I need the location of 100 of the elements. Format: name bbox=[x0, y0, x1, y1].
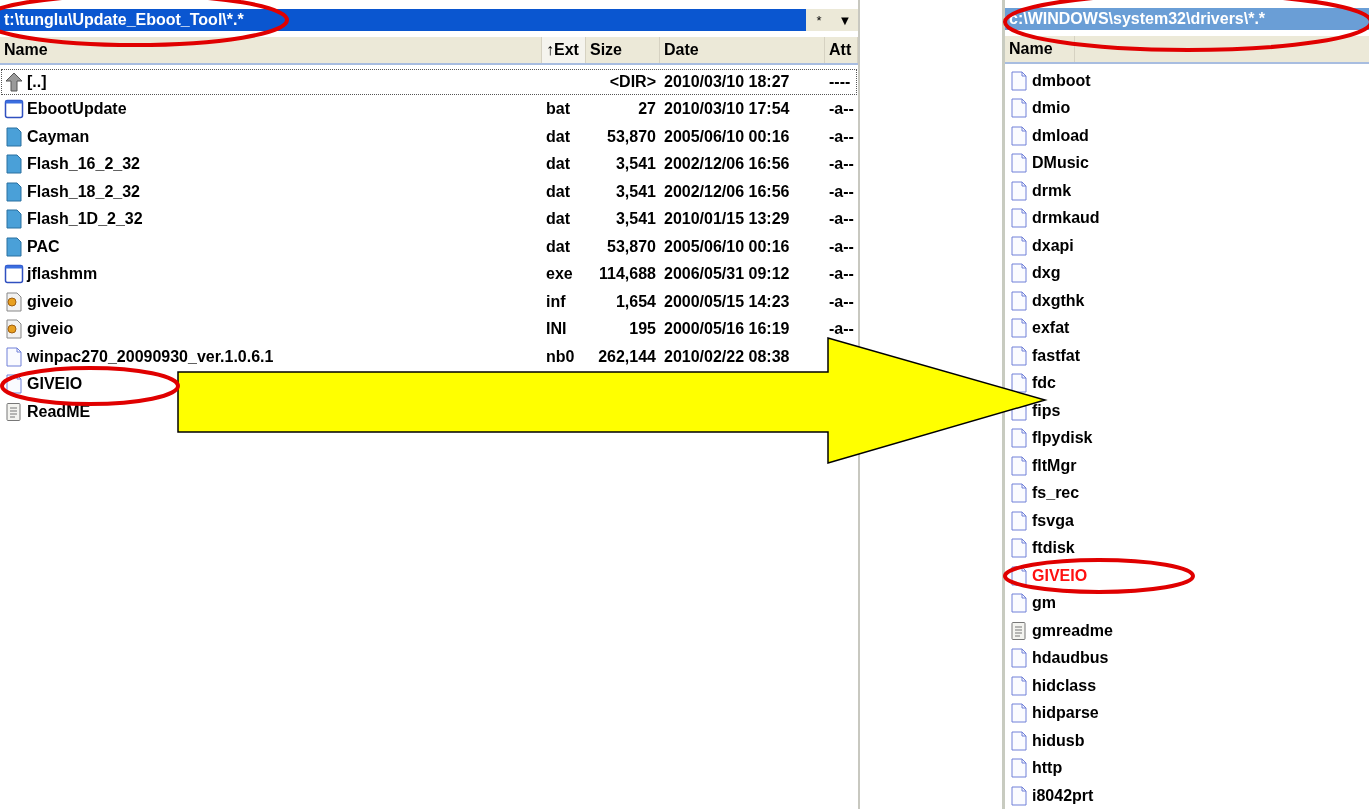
file-name: dxgthk bbox=[1032, 291, 1085, 310]
up-arrow-icon bbox=[4, 70, 24, 93]
dropdown-button[interactable]: ▼ bbox=[832, 9, 858, 31]
file-date: 2010/03/10 17:54 bbox=[663, 100, 791, 119]
file-name: Flash_16_2_32 bbox=[27, 155, 140, 174]
file-name: ftdisk bbox=[1032, 539, 1075, 558]
file-attributes: -a-- bbox=[828, 265, 855, 284]
file-name: Cayman bbox=[27, 127, 90, 146]
file-name: drmkaud bbox=[1032, 209, 1100, 228]
document-icon bbox=[4, 208, 24, 231]
file-date: 2010/01/15 13:29 bbox=[663, 210, 791, 229]
file-size: 3,541 bbox=[614, 182, 657, 201]
file-attributes: -a-- bbox=[828, 237, 855, 256]
document-icon bbox=[4, 235, 24, 258]
column-header[interactable]: Date bbox=[660, 37, 825, 63]
file-size: 53,870 bbox=[606, 237, 657, 256]
file-icon bbox=[1009, 372, 1029, 395]
column-header[interactable]: Att bbox=[825, 37, 858, 63]
file-attributes: -a-- bbox=[828, 320, 855, 339]
file-icon bbox=[1009, 702, 1029, 725]
file-extension: dat bbox=[545, 237, 571, 256]
file-name: GIVEIO bbox=[27, 375, 83, 394]
file-icon bbox=[1009, 69, 1029, 92]
file-name: exfat bbox=[1032, 319, 1070, 338]
file-name: winpac270_20090930_ver.1.0.6.1 bbox=[27, 347, 274, 366]
file-size: 262,144 bbox=[597, 347, 657, 366]
file-icon bbox=[1009, 647, 1029, 670]
file-size: 53,870 bbox=[606, 127, 657, 146]
settings-file-icon bbox=[4, 290, 24, 313]
file-icon bbox=[1009, 97, 1029, 120]
file-icon bbox=[1009, 344, 1029, 367]
file-attributes: -a-- bbox=[828, 127, 855, 146]
file-attributes: -a-- bbox=[828, 155, 855, 174]
file-name: Flash_18_2_32 bbox=[27, 182, 140, 201]
file-extension: dat bbox=[545, 182, 571, 201]
file-extension: dat bbox=[545, 210, 571, 229]
file-date: 2000/05/15 14:23 bbox=[663, 292, 791, 311]
file-icon bbox=[1009, 757, 1029, 780]
file-extension: dat bbox=[545, 155, 571, 174]
file-date: 2000/05/16 16:19 bbox=[663, 320, 791, 339]
window-icon bbox=[4, 98, 24, 121]
file-attributes: -a-- bbox=[828, 210, 855, 229]
file-date: 2005/06/10 00:16 bbox=[663, 237, 791, 256]
filter-button[interactable]: * bbox=[806, 9, 832, 31]
file-name: dxg bbox=[1032, 264, 1061, 283]
document-icon bbox=[4, 180, 24, 203]
file-name: dmload bbox=[1032, 126, 1089, 145]
notepad-icon bbox=[1009, 619, 1029, 642]
file-icon bbox=[1009, 427, 1029, 450]
file-name: fsvga bbox=[1032, 511, 1074, 530]
file-extension: INI bbox=[545, 320, 568, 339]
column-header[interactable]: Name bbox=[1005, 36, 1075, 62]
file-date: 2006/05/31 09:12 bbox=[663, 265, 791, 284]
file-name: GIVEIO bbox=[1032, 566, 1088, 585]
file-name: dxapi bbox=[1032, 236, 1074, 255]
file-icon bbox=[1009, 317, 1029, 340]
file-size: 1,654 bbox=[614, 292, 657, 311]
file-name: fastfat bbox=[1032, 346, 1080, 365]
file-icon bbox=[1009, 729, 1029, 752]
focused-row[interactable]: [..] <DIR> 2010/03/10 18:27 ---- bbox=[0, 68, 858, 96]
file-extension: nb0 bbox=[545, 347, 576, 366]
file-name: ReadME bbox=[27, 402, 91, 421]
file-date: 2005/06/10 00:16 bbox=[663, 127, 791, 146]
file-name: hidclass bbox=[1032, 676, 1097, 695]
file-name: jflashmm bbox=[27, 265, 98, 284]
notepad-icon bbox=[4, 400, 24, 423]
file-icon bbox=[1009, 234, 1029, 257]
settings-file-icon bbox=[4, 318, 24, 341]
file-name: PAC bbox=[27, 237, 60, 256]
file-name: gm bbox=[1032, 594, 1056, 613]
file-icon bbox=[1009, 179, 1029, 202]
file-name: gmreadme bbox=[1032, 621, 1113, 640]
file-attributes: -a-- bbox=[828, 182, 855, 201]
column-header[interactable]: ↑Ext bbox=[542, 37, 586, 63]
file-icon bbox=[4, 345, 24, 368]
file-name: flpydisk bbox=[1032, 429, 1093, 448]
file-extension: bat bbox=[545, 100, 571, 119]
file-size: 114,688 bbox=[598, 265, 657, 284]
file-attributes: ---- bbox=[828, 72, 852, 91]
file-date: 2010/02/22 08:38 bbox=[663, 347, 791, 366]
file-size: 27 bbox=[637, 100, 657, 119]
file-size: 3,541 bbox=[614, 155, 657, 174]
file-name: fltMgr bbox=[1032, 456, 1077, 475]
file-extension: inf bbox=[545, 292, 567, 311]
file-name: fips bbox=[1032, 401, 1061, 420]
file-extension: dat bbox=[545, 127, 571, 146]
document-icon bbox=[4, 125, 24, 148]
file-icon bbox=[1009, 674, 1029, 697]
file-name: giveio bbox=[27, 320, 74, 339]
path-bar[interactable]: t:\tunglu\Update_Eboot_Tool\*.* bbox=[0, 9, 806, 31]
file-icon bbox=[1009, 482, 1029, 505]
file-size: 3,541 bbox=[614, 210, 657, 229]
file-name: dmio bbox=[1032, 99, 1071, 118]
file-name: EbootUpdate bbox=[27, 100, 127, 119]
file-extension: exe bbox=[545, 265, 574, 284]
file-attributes: -a-- bbox=[828, 100, 855, 119]
file-name: fdc bbox=[1032, 374, 1056, 393]
file-icon bbox=[1009, 454, 1029, 477]
column-header[interactable]: Size bbox=[586, 37, 660, 63]
file-name: i8042prt bbox=[1032, 786, 1094, 805]
